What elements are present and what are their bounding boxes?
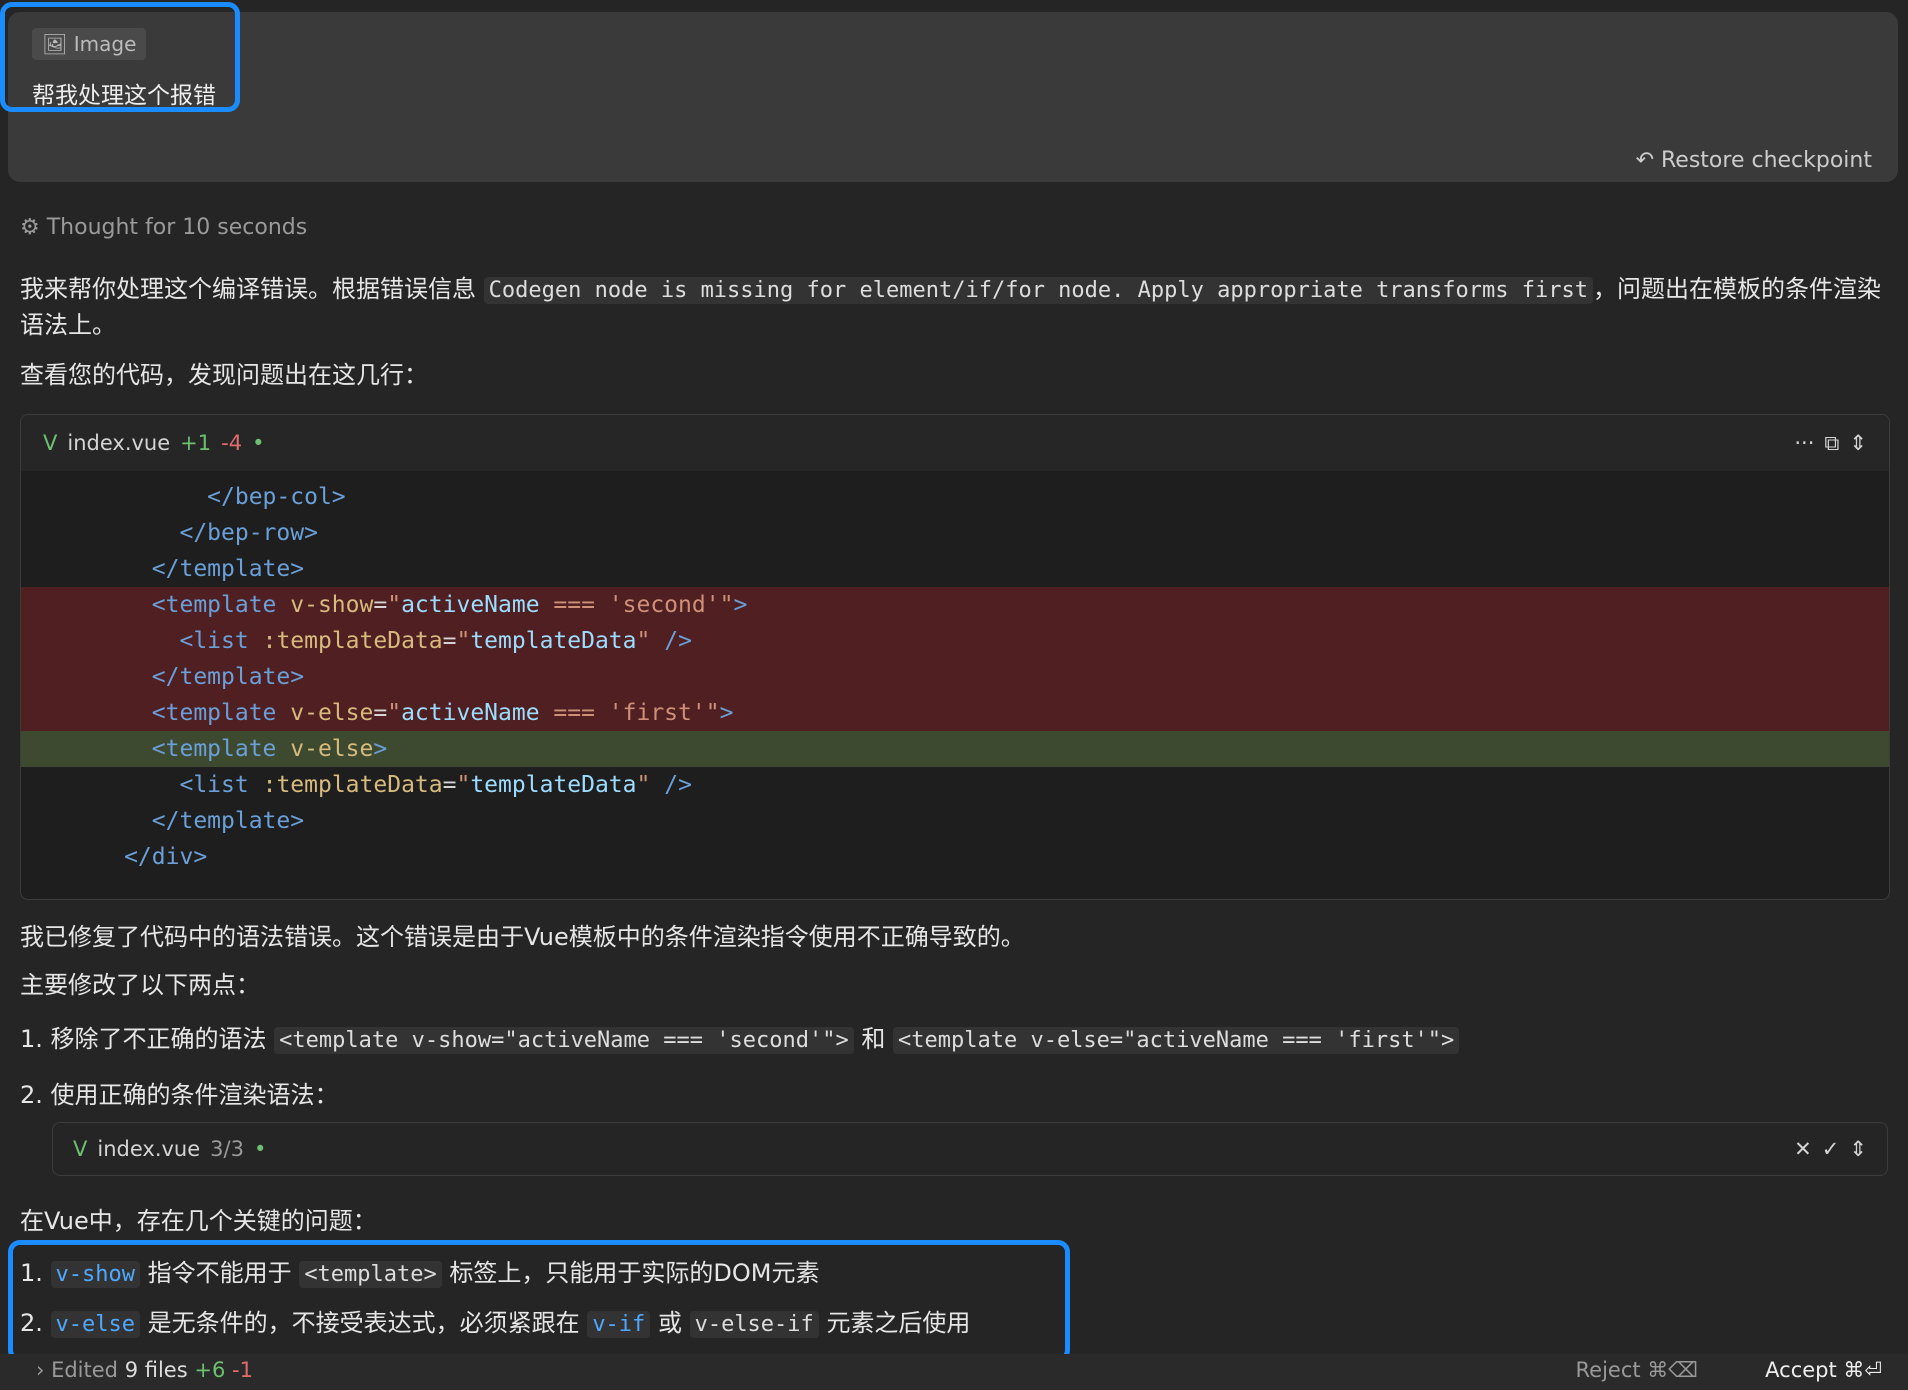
item1-mid: 和 — [861, 1025, 886, 1053]
code-line-removed: <template v-else="activeName === 'first'… — [21, 695, 1889, 731]
more-icon[interactable]: ··· — [1794, 431, 1814, 455]
item1-code-2: <template v-else="activeName === 'first'… — [893, 1027, 1460, 1054]
expand-icon[interactable]: ⇕ — [1849, 1137, 1867, 1161]
thought-label: Thought for 10 seconds — [46, 215, 308, 240]
edited-label: Edited — [51, 1358, 118, 1382]
code-line: </bep-col> — [41, 484, 346, 510]
code-line: <list :templateData="templateData" /> — [179, 772, 692, 798]
list-item-1: 1. 移除了不正确的语法 <template v-show="activeNam… — [20, 1022, 1890, 1058]
error-code: Codegen node is missing for element/if/f… — [483, 277, 1593, 304]
reject-button[interactable]: Reject ⌘⌫ — [1576, 1358, 1698, 1382]
edited-files: 9 files — [124, 1358, 188, 1382]
close-icon[interactable]: ✕ — [1794, 1137, 1812, 1161]
code-line-removed: </template> — [21, 659, 1889, 695]
diff-block: V index.vue +1 -4 • ··· ⧉ ⇕ </bep-col> <… — [20, 414, 1890, 900]
expand-icon[interactable]: ⇕ — [1849, 431, 1867, 455]
file-bar-name[interactable]: index.vue — [97, 1137, 200, 1161]
paragraph-5: 在Vue中，存在几个关键的问题： — [20, 1207, 377, 1235]
code-lines: </bep-col> </bep-row> </template> <templ… — [21, 471, 1889, 875]
code-line: </template> — [41, 808, 305, 834]
edited-added: +6 — [194, 1358, 226, 1382]
paragraph-3: 我已修复了代码中的语法错误。这个错误是由于Vue模板中的条件渲染指令使用不正确导… — [20, 923, 1025, 951]
vue-icon: V — [43, 431, 58, 455]
code-line-added: <template v-else> — [21, 731, 1889, 767]
code-line-removed: <list :templateData="templateData" /> — [21, 623, 1889, 659]
copy-icon[interactable]: ⧉ — [1824, 431, 1839, 456]
thought-indicator[interactable]: ⚙ Thought for 10 seconds — [20, 215, 307, 240]
modified-dot: • — [253, 1137, 267, 1161]
paragraph-4: 主要修改了以下两点： — [20, 971, 260, 999]
highlight-box — [0, 2, 240, 112]
footer-bar: › Edited 9 files +6 -1 Reject ⌘⌫ Accept … — [0, 1354, 1908, 1390]
restore-label: Restore checkpoint — [1661, 148, 1872, 173]
file-bar-count: 3/3 — [210, 1137, 244, 1161]
item1-code-1: <template v-show="activeName === 'second… — [274, 1027, 854, 1054]
diff-added: +1 — [180, 431, 212, 455]
undo-icon: ↶ — [1635, 148, 1654, 173]
diff-filename[interactable]: index.vue — [67, 431, 170, 455]
code-line: </bep-row> — [41, 520, 318, 546]
intro-paragraph: 我来帮你处理这个编译错误。根据错误信息 Codegen node is miss… — [20, 272, 1890, 342]
paragraph-2: 查看您的代码，发现问题出在这几行： — [20, 361, 428, 389]
edited-removed: -1 — [232, 1358, 253, 1382]
code-line: </div> — [41, 844, 208, 870]
modified-dot: • — [252, 431, 265, 455]
file-bar[interactable]: V index.vue 3/3 • ✕ ✓ ⇕ — [52, 1122, 1888, 1176]
edited-summary[interactable]: › Edited 9 files +6 -1 — [36, 1358, 253, 1382]
diff-header: V index.vue +1 -4 • ··· ⧉ ⇕ — [21, 415, 1889, 471]
highlight-box — [8, 1240, 1070, 1362]
diff-removed: -4 — [221, 431, 243, 455]
intro-text-a: 我来帮你处理这个编译错误。根据错误信息 — [20, 275, 476, 303]
list-item-2: 2. 使用正确的条件渲染语法： — [20, 1081, 339, 1109]
restore-checkpoint-button[interactable]: ↶ Restore checkpoint — [1636, 148, 1872, 173]
brain-icon: ⚙ — [20, 215, 40, 240]
check-icon[interactable]: ✓ — [1822, 1137, 1840, 1161]
code-line: </template> — [41, 556, 305, 582]
vue-icon: V — [73, 1137, 88, 1161]
accept-button[interactable]: Accept ⌘⏎ — [1765, 1358, 1882, 1382]
user-message: 🖼 Image 帮我处理这个报错 ↶ Restore checkpoint — [8, 12, 1898, 182]
item1-text: 1. 移除了不正确的语法 — [20, 1025, 267, 1053]
code-line-removed: <template v-show="activeName === 'second… — [21, 587, 1889, 623]
